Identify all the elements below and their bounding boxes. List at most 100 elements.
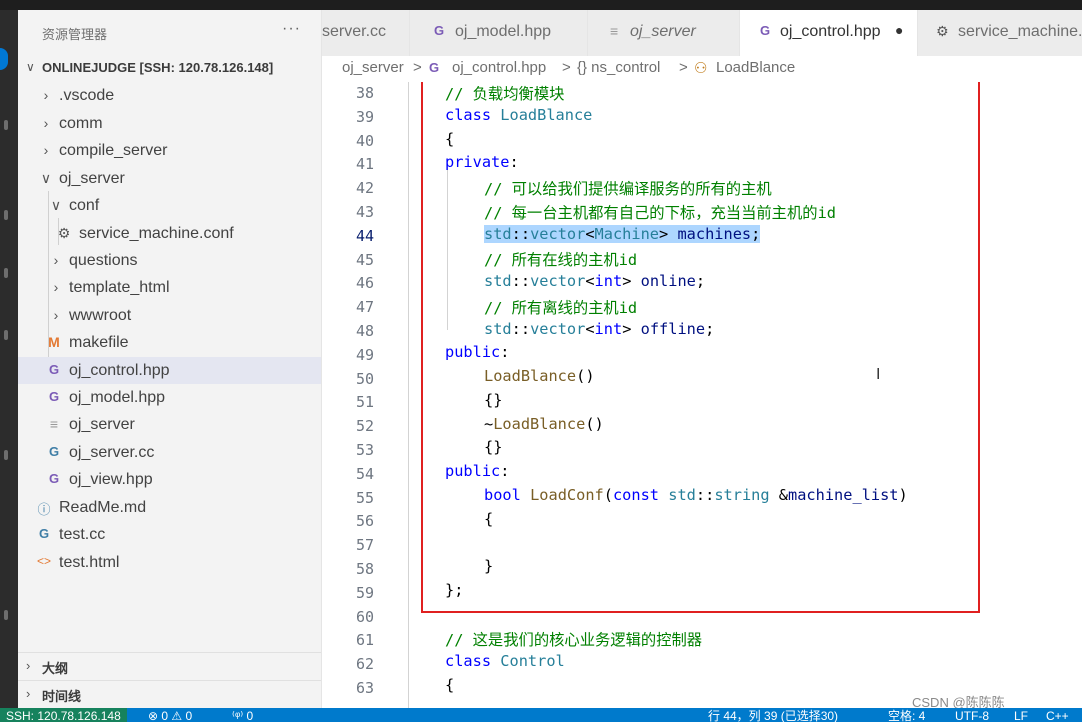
tree-item-wwwroot[interactable]: › wwwroot bbox=[18, 302, 321, 329]
gear-icon: ⚙ bbox=[936, 23, 949, 39]
tree-item-oj-server-folder[interactable]: ∨ oj_server bbox=[18, 165, 321, 192]
cpp-header-icon: G bbox=[48, 389, 60, 404]
line-number: 56 bbox=[355, 512, 374, 531]
tree-item-label: test.html bbox=[59, 554, 120, 571]
tree-item-service-machine-conf[interactable]: ⚙ service_machine.conf bbox=[18, 220, 321, 247]
timeline-label: 时间线 bbox=[42, 689, 82, 704]
tree-item-label: conf bbox=[69, 197, 100, 214]
encoding[interactable]: UTF-8 bbox=[955, 708, 989, 722]
line-number: 58 bbox=[355, 560, 374, 578]
activity-bar bbox=[0, 10, 18, 708]
line-number: 38 bbox=[355, 84, 374, 102]
breadcrumb-item[interactable]: oj_server bbox=[342, 59, 404, 76]
remote-indicator[interactable]: SSH: 120.78.126.148 bbox=[0, 708, 127, 722]
outline-section[interactable]: › 大纲 bbox=[18, 652, 321, 678]
activity-icon[interactable] bbox=[4, 120, 8, 130]
line-number: 50 bbox=[355, 369, 374, 388]
workspace-root[interactable]: ∨ ONLINEJUDGE [SSH: 120.78.126.148] bbox=[18, 58, 321, 80]
makefile-icon: M bbox=[48, 334, 60, 350]
tree-item-vscode[interactable]: › .vscode bbox=[18, 82, 321, 109]
html-icon: <> bbox=[36, 554, 51, 568]
chevron-right-icon: › bbox=[43, 115, 49, 131]
line-number: 49 bbox=[355, 345, 374, 364]
breadcrumb-item[interactable]: oj_control.hpp bbox=[452, 59, 546, 76]
indentation[interactable]: 空格: 4 bbox=[888, 708, 925, 722]
activity-icon[interactable] bbox=[4, 330, 8, 340]
tab-service-machine-conf[interactable]: ⚙ service_machine.c bbox=[918, 10, 1082, 56]
tree-item-readme[interactable]: ⓘ ReadMe.md bbox=[18, 494, 321, 521]
language-mode[interactable]: C++ bbox=[1046, 708, 1069, 722]
outline-label: 大纲 bbox=[42, 661, 69, 676]
tree-item-makefile[interactable]: M makefile bbox=[18, 329, 321, 356]
tab-oj-server[interactable]: ≡ oj_server bbox=[588, 10, 740, 56]
tab-oj-control-hpp[interactable]: G oj_control.hpp ● bbox=[740, 10, 918, 56]
more-actions-icon[interactable]: ··· bbox=[282, 20, 301, 38]
code-line: { bbox=[445, 676, 455, 694]
tree-item-questions[interactable]: › questions bbox=[18, 247, 321, 274]
line-number: 46 bbox=[355, 274, 374, 293]
tree-item-label: oj_model.hpp bbox=[69, 389, 166, 406]
line-number: 57 bbox=[355, 536, 374, 555]
line-number: 52 bbox=[355, 417, 374, 436]
code-editor[interactable]: 38 39 40 41 42 43 44 45 46 47 48 49 50 51 52 53 54 55 56 57… bbox=[322, 82, 1082, 708]
line-number: 61 bbox=[355, 631, 374, 650]
tree-item-label: ReadMe.md bbox=[59, 499, 147, 516]
tree-item-oj-model-hpp[interactable]: G oj_model.hpp bbox=[18, 384, 321, 411]
end-of-line[interactable]: LF bbox=[1014, 708, 1028, 722]
tab-oj-model-hpp[interactable]: G oj_model.hpp bbox=[410, 10, 588, 56]
status-bar: SSH: 120.78.126.148 ⊗ 0 ⚠ 0 ⁽ᵠ⁾ 0 行 44，列… bbox=[0, 708, 1082, 722]
cpp-source-icon: G bbox=[48, 444, 60, 459]
cpp-header-icon: G bbox=[48, 362, 60, 377]
chevron-right-icon: › bbox=[53, 252, 59, 268]
timeline-section[interactable]: › 时间线 bbox=[18, 680, 321, 706]
breadcrumb-separator: > bbox=[562, 59, 571, 76]
breadcrumb-separator: > bbox=[413, 59, 422, 76]
line-number: 47 bbox=[355, 298, 374, 317]
cursor-position[interactable]: 行 44，列 39 (已选择30) bbox=[708, 708, 838, 722]
tree-item-oj-server-cc[interactable]: G oj_server.cc bbox=[18, 439, 321, 466]
tab-server-cc[interactable]: server.cc bbox=[322, 10, 410, 56]
activity-icon[interactable] bbox=[4, 268, 8, 278]
tree-item-template-html[interactable]: › template_html bbox=[18, 274, 321, 301]
code-line: // 这是我们的核心业务逻辑的控制器 bbox=[445, 631, 703, 649]
chevron-right-icon: › bbox=[26, 686, 31, 701]
activity-icon[interactable] bbox=[4, 450, 8, 460]
tab-label: server.cc bbox=[322, 23, 387, 40]
tree-item-test-html[interactable]: <> test.html bbox=[18, 549, 321, 576]
breadcrumb-item[interactable]: LoadBlance bbox=[716, 59, 795, 76]
line-number: 43 bbox=[355, 203, 374, 221]
tab-label: oj_server bbox=[630, 23, 696, 40]
line-number: 53 bbox=[355, 441, 374, 459]
tree-item-test-cc[interactable]: G test.cc bbox=[18, 521, 321, 548]
explorer-active-indicator[interactable] bbox=[0, 48, 8, 70]
line-number: 54 bbox=[355, 464, 374, 483]
line-number: 48 bbox=[355, 322, 374, 340]
cpp-header-icon: G bbox=[48, 471, 60, 486]
tree-item-label: comm bbox=[59, 115, 103, 132]
tree-item-label: oj_server bbox=[69, 416, 135, 433]
tree-item-oj-server-file[interactable]: ≡ oj_server bbox=[18, 411, 321, 438]
chevron-right-icon: › bbox=[53, 279, 59, 295]
tree-item-label: compile_server bbox=[59, 142, 168, 159]
problems-indicator[interactable]: ⊗ 0 ⚠ 0 bbox=[148, 708, 192, 722]
activity-icon[interactable] bbox=[4, 210, 8, 220]
activity-icon[interactable] bbox=[4, 610, 8, 620]
chevron-down-icon: ∨ bbox=[40, 170, 52, 186]
tree-item-conf[interactable]: ∨ conf bbox=[18, 192, 321, 219]
tree-item-oj-view-hpp[interactable]: G oj_view.hpp bbox=[18, 466, 321, 493]
breadcrumb-item[interactable]: {} ns_control bbox=[577, 59, 660, 76]
line-number: 45 bbox=[355, 250, 374, 269]
tab-label: service_machine.c bbox=[958, 23, 1082, 40]
window-top-strip bbox=[0, 0, 1082, 10]
unsaved-dot-icon[interactable]: ● bbox=[895, 22, 903, 38]
code-line: class Control bbox=[445, 652, 565, 670]
workspace-root-label: ONLINEJUDGE [SSH: 120.78.126.148] bbox=[42, 60, 274, 75]
tree-item-oj-control-hpp[interactable]: G oj_control.hpp bbox=[18, 357, 321, 384]
tree-item-comm[interactable]: › comm bbox=[18, 110, 321, 137]
tab-label: oj_control.hpp bbox=[780, 23, 881, 40]
line-number: 63 bbox=[355, 679, 374, 697]
plain-file-icon: ≡ bbox=[49, 416, 59, 432]
line-number: 60 bbox=[355, 607, 374, 626]
tree-item-compile-server[interactable]: › compile_server bbox=[18, 137, 321, 164]
ports-indicator[interactable]: ⁽ᵠ⁾ 0 bbox=[232, 708, 253, 722]
